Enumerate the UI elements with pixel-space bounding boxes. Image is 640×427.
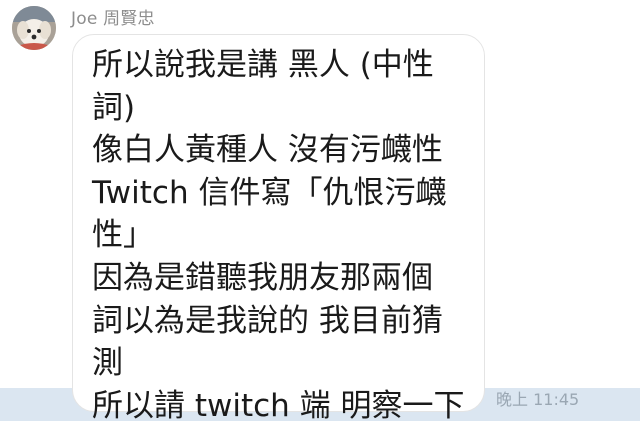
message-text: 所以說我是講 黑人 (中性 詞) 像白人黃種人 沒有污衊性 Twitch 信件寫… (92, 44, 477, 427)
message-line: 所以說我是講 黑人 (中性 (92, 47, 434, 83)
message-line: 因為是錯聽我朋友那兩個 (92, 259, 433, 296)
avatar[interactable] (12, 6, 56, 50)
message-line: Twitch 信件寫「仇恨污衊 (92, 174, 447, 211)
message-line: 測 (92, 345, 123, 382)
message-line: 性」 (92, 217, 154, 254)
message-line: 詞) (92, 89, 136, 126)
message-line: 像白人黃種人 沒有污衊性 (92, 132, 443, 169)
dog-avatar-icon (12, 6, 56, 50)
message-timestamp: 晚上 11:45 (496, 390, 580, 409)
message-line: 詞以為是我說的 我目前猜 (92, 302, 443, 339)
sender-name: Joe 周賢忠 (71, 9, 155, 29)
